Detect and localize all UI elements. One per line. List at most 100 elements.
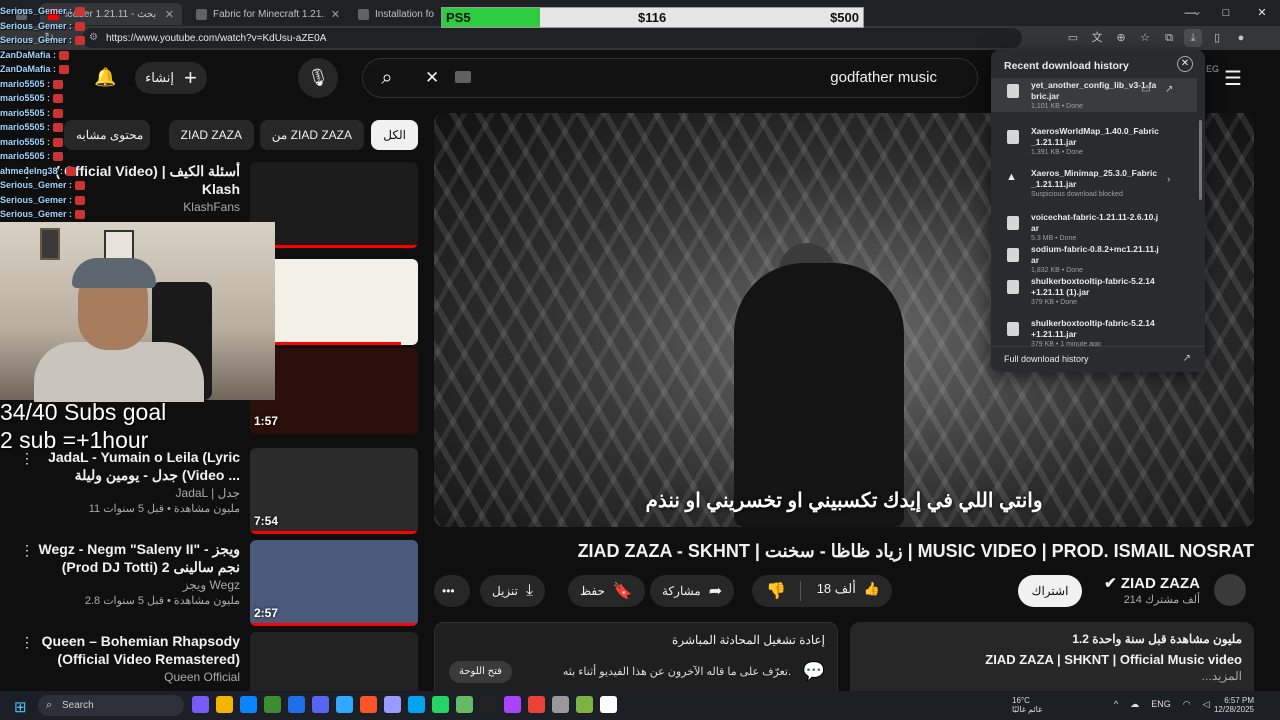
related-channel[interactable]: Queen Official [20, 670, 240, 684]
download-item[interactable]: sodium-fabric-0.8.2+mc1.21.11.jar 1,832 K… [991, 242, 1197, 276]
download-item[interactable]: ▲ Xaeros_Minimap_25.3.0_Fabric_1.21.11.ja… [991, 166, 1197, 200]
subs-goal-line: 2 sub =+1hour [0, 427, 149, 453]
profile-icon[interactable]: ● [1232, 29, 1250, 47]
tray-overflow-icon[interactable]: ^ [1114, 699, 1118, 710]
zoom-icon[interactable]: ⊕ [1112, 29, 1130, 47]
taskbar-search[interactable]: ⌕ Search [38, 695, 184, 716]
clock[interactable]: 6:57 PM 12/28/2025 [1206, 696, 1254, 714]
related-channel[interactable]: JadaL | جدل [20, 486, 240, 500]
bookmark-star-icon[interactable]: ☆ [1136, 29, 1154, 47]
download-item[interactable]: voicechat-fabric-1.21.11-2.6.10.jar 5.3 M… [991, 210, 1197, 244]
file-icon [1007, 130, 1019, 144]
weather-widget[interactable]: 16°C غائم غالبًا [1012, 696, 1042, 714]
full-history-link[interactable]: Full download history [1004, 354, 1089, 364]
related-title[interactable]: Wegz - Negm "Saleny II" - ويجز (Prod DJ … [20, 540, 240, 576]
close-window-button[interactable]: ✕ [1244, 0, 1280, 26]
taskbar-app-icon[interactable] [576, 696, 593, 713]
like-button[interactable]: 18 ألف 👍 [817, 581, 880, 597]
chevron-right-icon[interactable]: › [1167, 174, 1170, 185]
taskbar-app-icon[interactable] [312, 696, 329, 713]
folder-icon[interactable]: ▭ [1141, 84, 1150, 95]
related-video-item[interactable]: 2:57 Wegz - Negm "Saleny II" - ويجز (Prod… [10, 540, 420, 626]
search-bar[interactable]: ⌕ ✕ godfather music [362, 58, 978, 98]
related-title[interactable]: Queen – Bohemian Rhapsody (Official Vide… [20, 632, 240, 668]
tab-installation[interactable]: Installation for Minec [350, 3, 442, 25]
cloud-icon[interactable]: ☁ [1130, 699, 1139, 710]
taskbar-app-icon[interactable] [528, 696, 545, 713]
cast-icon[interactable]: ▭ [1064, 29, 1082, 47]
taskbar-app-icon[interactable] [360, 696, 377, 713]
taskbar-app-icon[interactable] [504, 696, 521, 713]
site-info-icon[interactable]: ⚙ [89, 32, 98, 43]
emote-icon [53, 108, 64, 118]
address-bar[interactable]: ⚙ https://www.youtube.com/watch?v=KdUsu-… [82, 28, 1022, 48]
close-icon[interactable]: ✕ [331, 8, 340, 21]
taskbar-app-icon[interactable] [336, 696, 353, 713]
tab-fabric-minecraft[interactable]: Fabric for Minecraft 1.21.11 | Fa ✕ [188, 3, 348, 25]
open-panel-button[interactable]: فتح اللوحة [449, 661, 512, 683]
related-thumbnail[interactable]: 6 [250, 162, 418, 248]
taskbar-app-icon[interactable] [456, 696, 473, 713]
taskbar-app-icon[interactable] [408, 696, 425, 713]
taskbar-app-icon[interactable] [552, 696, 569, 713]
related-video-item[interactable]: 7:54 JadaL - Yumain o Leila (Lyric جدل - … [10, 448, 420, 534]
more-options-icon[interactable]: ⋮ [20, 634, 34, 651]
chip-all[interactable]: الكل [371, 120, 418, 150]
full-history-row[interactable]: Full download history ↗ [991, 346, 1205, 372]
download-item[interactable]: XaerosWorldMap_1.40.0_Fabric_1.21.11.jar… [991, 124, 1197, 158]
subscribe-button[interactable]: اشتراك [1018, 575, 1082, 607]
chat-message: mario5505 : [0, 91, 90, 106]
taskbar-app-icon[interactable] [432, 696, 449, 713]
windows-start-icon[interactable]: ⊞ [14, 698, 27, 716]
dislike-icon[interactable]: 👎 [766, 581, 786, 601]
translate-icon[interactable]: 文 [1088, 29, 1106, 47]
download-item[interactable]: shulkerboxtooltip-fabric-5.2.14+1.21.11.… [991, 316, 1197, 346]
show-more-link[interactable]: ...المزيد [862, 669, 1242, 683]
taskbar-app-icon[interactable] [288, 696, 305, 713]
share-button[interactable]: مشاركة ➦ [650, 575, 735, 607]
related-channel[interactable]: ويجز Wegz [20, 578, 240, 592]
hamburger-menu-icon[interactable]: ☰ [1224, 66, 1242, 91]
chip-channel[interactable]: ZIAD ZAZA [168, 120, 254, 150]
chip-from-channel[interactable]: من ZIAD ZAZA [259, 120, 364, 150]
wifi-icon[interactable]: ◠ [1183, 699, 1191, 710]
taskbar-app-icon[interactable] [216, 696, 233, 713]
taskbar-app-icon[interactable] [480, 696, 497, 713]
channel-name[interactable]: ✔ ZIAD ZAZA [1104, 574, 1200, 592]
related-thumbnail[interactable]: 7:54 [250, 448, 418, 534]
related-thumbnail[interactable]: 1:57 [250, 348, 418, 434]
channel-avatar[interactable] [1214, 574, 1246, 606]
download-item[interactable]: shulkerboxtooltip-fabric-5.2.14+1.21.11 … [991, 274, 1197, 308]
close-icon[interactable]: ✕ [1177, 56, 1193, 72]
taskbar-app-icon[interactable] [384, 696, 401, 713]
notifications-bell-icon[interactable]: 🔔 [94, 67, 116, 88]
minimize-button[interactable]: — [1172, 0, 1208, 26]
scrollbar[interactable] [1199, 120, 1202, 200]
maximize-button[interactable]: □ [1208, 0, 1244, 26]
more-options-icon[interactable]: ⋮ [20, 542, 34, 559]
taskbar-app-icon[interactable] [264, 696, 281, 713]
more-actions-button[interactable]: ••• [434, 575, 470, 607]
open-external-icon[interactable]: ↗ [1165, 84, 1173, 95]
create-button[interactable]: إنشاء + [135, 62, 207, 94]
voice-search-button[interactable]: 🎙 [298, 58, 338, 98]
extensions-icon[interactable]: ⧉ [1160, 29, 1178, 47]
search-button[interactable]: ⌕ [363, 59, 411, 97]
related-thumbnail[interactable]: 2:57 [250, 540, 418, 626]
close-icon[interactable]: ✕ [165, 8, 174, 21]
related-thumbnail[interactable]: 1 [250, 259, 418, 345]
sidepanel-icon[interactable]: ▯ [1208, 29, 1226, 47]
taskbar-app-icon[interactable] [240, 696, 257, 713]
download-icon[interactable]: ⤓ [1184, 29, 1202, 47]
clear-search-icon[interactable]: ✕ [425, 68, 439, 88]
save-button[interactable]: حفظ 🔖 [568, 575, 645, 607]
language-indicator[interactable]: ENG [1151, 699, 1171, 710]
download-item[interactable]: yet_another_config_lib_v3-1-fabric.jar 1,… [991, 78, 1197, 112]
search-input[interactable]: godfather music [830, 69, 937, 86]
taskbar-app-icon[interactable] [192, 696, 209, 713]
keyboard-icon[interactable] [455, 71, 471, 83]
download-button[interactable]: تنزيل ⤓ [480, 575, 546, 607]
chat-username: Serious_Gemer : [0, 20, 73, 31]
description-box[interactable]: 1.2 مليون مشاهدة قبل سنة واحدة ZIAD ZAZA… [850, 622, 1254, 702]
taskbar-app-icon[interactable] [600, 696, 617, 713]
